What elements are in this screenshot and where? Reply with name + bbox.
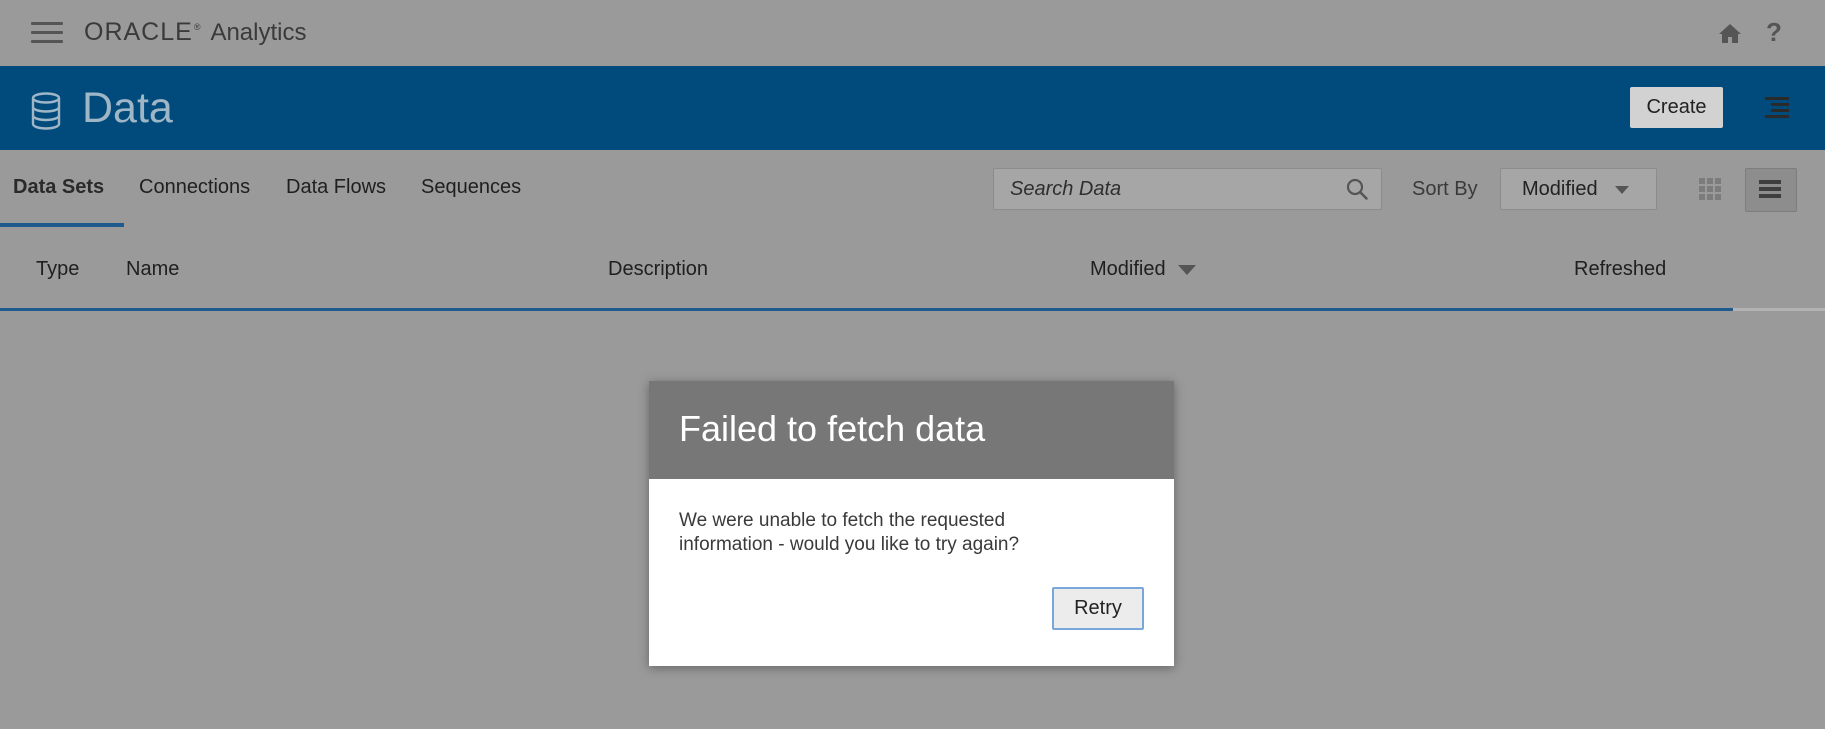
tab-data-flows[interactable]: Data Flows — [286, 176, 386, 199]
hamburger-menu-icon[interactable] — [31, 22, 63, 44]
column-header-name[interactable]: Name — [126, 258, 179, 281]
column-header-refreshed[interactable]: Refreshed — [1574, 258, 1666, 281]
page-title: Data — [82, 84, 173, 132]
chevron-down-icon — [1615, 186, 1629, 194]
list-view-icon[interactable] — [1745, 168, 1797, 212]
tab-sequences[interactable]: Sequences — [421, 176, 521, 199]
page-header — [0, 66, 1825, 150]
column-header-type[interactable]: Type — [36, 258, 79, 281]
home-icon[interactable] — [1718, 22, 1742, 44]
page-menu-icon[interactable] — [1765, 97, 1789, 119]
dialog-header: Failed to fetch data — [649, 381, 1174, 479]
search-box — [993, 168, 1382, 210]
sort-by-label: Sort By — [1412, 178, 1478, 200]
table-header-rule — [0, 308, 1733, 311]
retry-button[interactable]: Retry — [1052, 587, 1144, 630]
product-name: Analytics — [210, 19, 307, 46]
active-tab-indicator — [0, 223, 124, 227]
error-dialog: Failed to fetch data We were unable to f… — [649, 381, 1174, 666]
dialog-message: We were unable to fetch the requested in… — [679, 510, 1020, 555]
help-icon[interactable]: ? — [1766, 17, 1782, 48]
sort-by-value: Modified — [1522, 178, 1598, 200]
dialog-title: Failed to fetch data — [679, 408, 986, 449]
create-button[interactable]: Create — [1630, 87, 1723, 128]
column-header-description[interactable]: Description — [608, 258, 708, 281]
oracle-logo: ORACLE — [84, 18, 193, 46]
column-header-modified[interactable]: Modified — [1090, 258, 1166, 281]
tab-data-sets[interactable]: Data Sets — [13, 176, 104, 199]
brand: ORACLE ® Analytics — [84, 18, 307, 48]
grid-view-icon[interactable] — [1698, 177, 1722, 201]
search-icon[interactable] — [1346, 178, 1368, 200]
search-input[interactable] — [1008, 175, 1332, 203]
registered-mark: ® — [193, 22, 201, 32]
tab-connections[interactable]: Connections — [139, 176, 250, 199]
table-header-rule-end — [1733, 308, 1825, 311]
sort-by-select[interactable]: Modified — [1500, 168, 1657, 210]
database-icon — [31, 92, 61, 130]
sort-descending-icon[interactable] — [1178, 265, 1196, 275]
